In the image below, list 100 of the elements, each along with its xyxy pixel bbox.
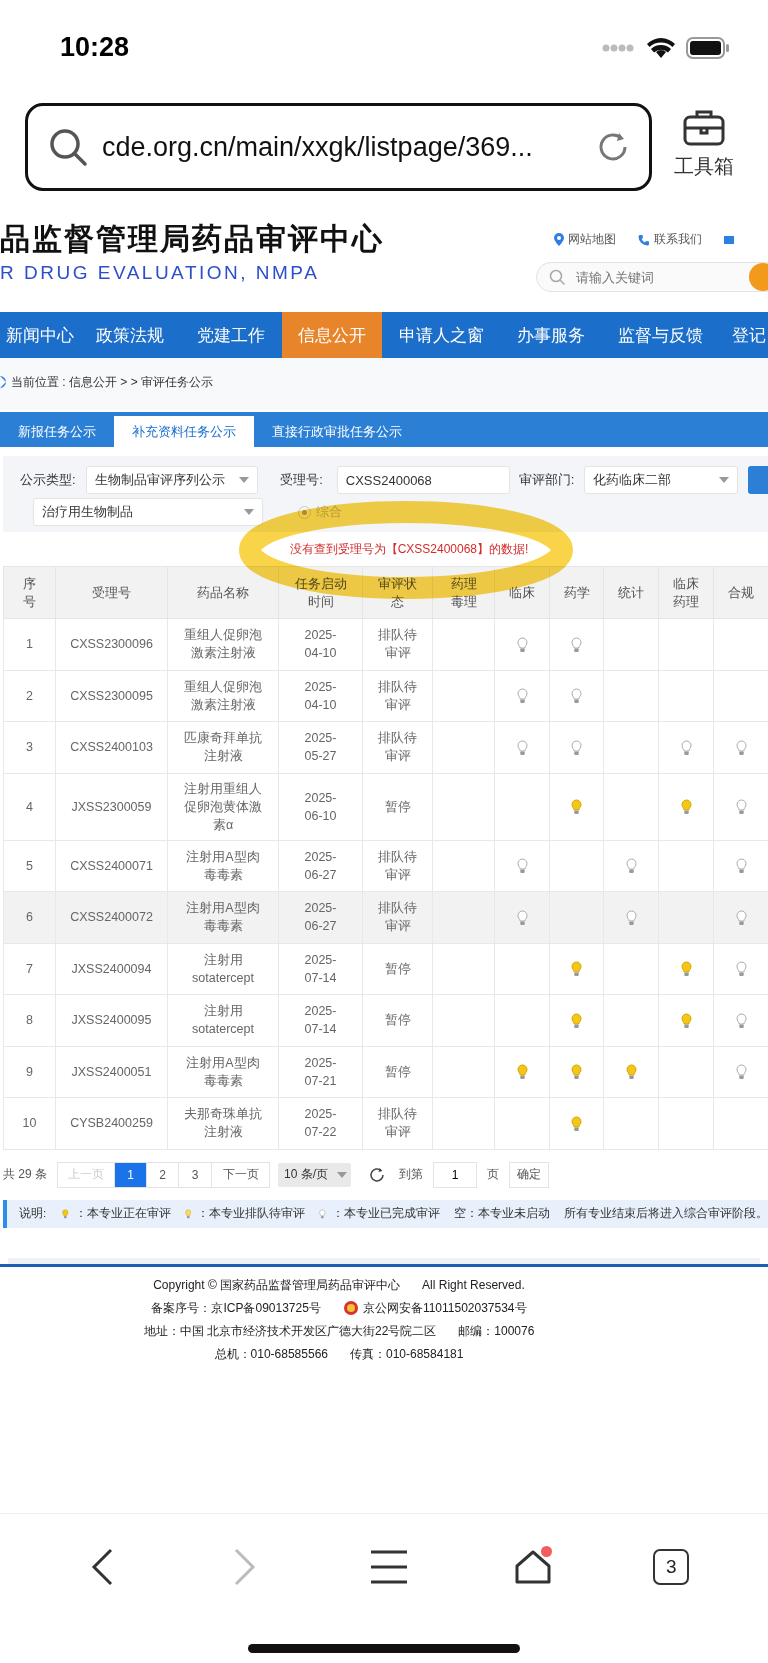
dept-select[interactable]: 化药临床二部 xyxy=(584,466,739,494)
footer-text: Copyright © 国家药品监督管理局药品审评中心 xyxy=(153,1276,401,1294)
nav-item[interactable]: 政策法规 xyxy=(79,312,180,358)
error-message: 没有查到受理号为【CXSS2400068】的数据! xyxy=(289,540,529,558)
nav-item[interactable]: 党建工作 xyxy=(180,312,282,358)
next-page-button[interactable]: 下一页 xyxy=(211,1161,270,1188)
breadcrumb: 当前位置 : 信息公开 > > 审评任务公示 xyxy=(11,373,214,391)
column-header: 序号 xyxy=(3,566,56,619)
table-cell: 排队待审评 xyxy=(362,891,433,943)
page-size-select[interactable]: 10 条/页 xyxy=(278,1162,351,1187)
column-header: 合规 xyxy=(713,566,768,619)
nav-item[interactable]: 监督与反馈 xyxy=(601,312,719,358)
page-input[interactable]: 1 xyxy=(433,1161,477,1188)
table-cell: 重组人促卵泡激素注射液 xyxy=(167,618,279,670)
column-header: 临床药理 xyxy=(658,566,714,619)
footer-text: 总机：010-68585566 xyxy=(214,1345,328,1363)
table-cell: 5 xyxy=(3,840,56,892)
tabs-button[interactable]: 3 xyxy=(653,1549,690,1585)
table-cell: 排队待审评 xyxy=(362,618,433,670)
nav-item[interactable]: 申请人之窗 xyxy=(382,312,500,358)
home-icon xyxy=(514,1550,551,1584)
footer-text: 京公网安备11011502037534号 xyxy=(362,1299,527,1317)
tab[interactable]: 直接行政审批任务公示 xyxy=(254,416,420,447)
footer-text: All Right Reserved. xyxy=(422,1278,525,1292)
table-cell: 10 xyxy=(3,1097,56,1149)
table-cell: 注射用A型肉毒毒素 xyxy=(167,840,279,892)
tab[interactable]: 新报任务公示 xyxy=(0,416,114,447)
page-button[interactable]: 1 xyxy=(114,1161,147,1188)
table-cell: JXSS2400051 xyxy=(55,1046,168,1098)
table-cell: 7 xyxy=(3,943,56,995)
legend-text: 空：本专业未启动 xyxy=(454,1206,550,1221)
tab[interactable]: 补充资料任务公示 xyxy=(114,416,254,447)
table-cell: 注射用A型肉毒毒素 xyxy=(167,1046,279,1098)
page-unit: 页 xyxy=(487,1166,499,1183)
table-cell: 注射用A型肉毒毒素 xyxy=(167,891,279,943)
legend-text: ：本专业排队待审评 xyxy=(197,1206,306,1221)
number-field[interactable]: CXSS2400068 xyxy=(336,466,510,494)
table-cell: 排队待审评 xyxy=(362,840,433,892)
search-box[interactable]: 请输入关键词 xyxy=(536,262,768,292)
table-cell: 2025-04-10 xyxy=(278,618,363,670)
pin-icon xyxy=(0,375,7,389)
table-cell: CXSS2400071 xyxy=(55,840,168,892)
phone-icon xyxy=(638,233,650,246)
header-link[interactable]: 网站地图 xyxy=(554,231,616,248)
table-cell: 排队待审评 xyxy=(362,670,433,722)
table-cell: 2 xyxy=(3,670,56,722)
table-cell: 3 xyxy=(3,721,56,773)
category-select[interactable]: 治疗用生物制品 xyxy=(33,498,263,526)
filter-label: 受理号: xyxy=(280,471,323,489)
table-cell: 重组人促卵泡激素注射液 xyxy=(167,670,279,722)
table-cell: 暂停 xyxy=(362,994,433,1046)
battery-icon xyxy=(686,36,730,59)
address-bar[interactable]: cde.org.cn/main/xxgk/listpage/369... xyxy=(25,103,652,191)
legend-text: ：本专业已完成审评 xyxy=(332,1206,440,1221)
table-cell: 8 xyxy=(3,994,56,1046)
type-select[interactable]: 生物制品审评序列公示 xyxy=(85,466,259,494)
header-link[interactable]: 联系我们 xyxy=(638,231,702,248)
table-cell: CXSS2400072 xyxy=(55,891,168,943)
table-cell: 暂停 xyxy=(362,943,433,995)
total-count: 共 29 条 xyxy=(3,1166,47,1183)
table-cell: 2025-05-27 xyxy=(278,721,363,773)
table-cell: 暂停 xyxy=(362,773,433,840)
search-icon xyxy=(549,268,566,286)
column-header: 受理号 xyxy=(55,566,168,619)
table-cell: 2025-06-27 xyxy=(278,891,363,943)
caret-icon xyxy=(337,1171,347,1178)
table-cell: 注射用sotatercept xyxy=(167,943,279,995)
table-cell: 注射用sotatercept xyxy=(167,994,279,1046)
confirm-button[interactable]: 确定 xyxy=(509,1161,549,1188)
table-cell: 2025-04-10 xyxy=(278,670,363,722)
table-cell: 6 xyxy=(3,891,56,943)
table-cell: CXSS2300096 xyxy=(55,618,168,670)
table-cell: 排队待审评 xyxy=(362,1097,433,1149)
column-header: 药品名称 xyxy=(167,566,279,619)
table-cell: CYSB2400259 xyxy=(55,1097,168,1149)
table-cell: 2025-07-14 xyxy=(278,943,363,995)
nav-item[interactable]: 登记 xyxy=(719,312,768,358)
caret-icon xyxy=(239,477,250,483)
table-cell: 排队待审评 xyxy=(362,721,433,773)
legend-label: 说明: xyxy=(19,1206,47,1221)
table-cell: 2025-06-10 xyxy=(278,773,363,840)
mail-icon[interactable] xyxy=(724,234,734,245)
refresh-icon[interactable] xyxy=(369,1166,385,1183)
column-header: 药学 xyxy=(549,566,604,619)
menu-icon xyxy=(371,1550,407,1584)
emblem-icon xyxy=(342,1300,359,1316)
search-field[interactable]: 请输入关键词 xyxy=(574,268,724,286)
reload-icon[interactable] xyxy=(597,131,629,163)
nav-item[interactable]: 办事服务 xyxy=(500,312,601,358)
table-cell: 1 xyxy=(3,618,56,670)
footer-text: 备案序号：京ICP备09013725号 xyxy=(151,1299,321,1317)
page-button[interactable]: 3 xyxy=(178,1161,212,1188)
page-button[interactable]: 2 xyxy=(146,1161,179,1188)
nav-item[interactable]: 新闻中心 xyxy=(0,312,79,358)
column-header: 统计 xyxy=(603,566,659,619)
legend-note: 所有专业结束后将进入综合审评阶段。 xyxy=(564,1206,768,1221)
site-subtitle: R DRUG EVALUATION, NMPA xyxy=(0,262,321,284)
url-text: cde.org.cn/main/xxgk/listpage/369... xyxy=(102,131,534,163)
toolbox-label: 工具箱 xyxy=(674,154,734,179)
pin-icon xyxy=(554,233,564,246)
